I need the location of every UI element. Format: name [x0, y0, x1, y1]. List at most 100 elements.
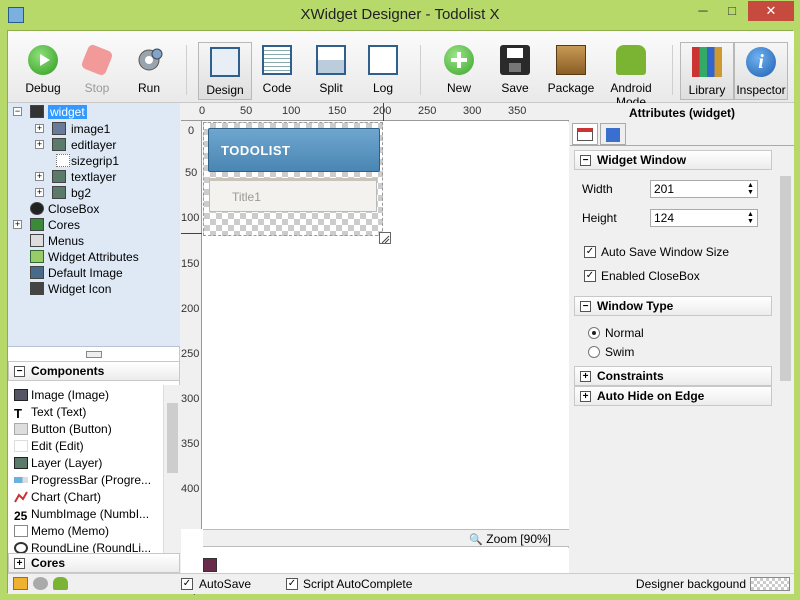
- list-item[interactable]: Image (Image): [14, 387, 109, 404]
- image-icon: [52, 122, 66, 135]
- design-label: Design: [206, 83, 244, 97]
- tree-item-widget[interactable]: widget: [48, 104, 87, 120]
- collapse-icon[interactable]: −: [13, 107, 22, 116]
- tree-item-bg2[interactable]: bg2: [71, 185, 91, 201]
- zoom-indicator[interactable]: 🔍 Zoom [90%]: [469, 532, 551, 546]
- split-label: Split: [319, 81, 343, 95]
- numbimage-icon: 25: [14, 509, 28, 523]
- expand-icon[interactable]: +: [35, 124, 44, 133]
- width-input[interactable]: 201 ▲ ▼: [650, 180, 758, 198]
- tree-item-image1[interactable]: image1: [71, 121, 110, 137]
- chart-icon: [14, 491, 28, 503]
- tree-item-widget-attributes[interactable]: Widget Attributes: [48, 249, 139, 265]
- debug-button[interactable]: Debug: [16, 41, 70, 103]
- button-icon: [14, 423, 28, 435]
- cores-header[interactable]: + Cores: [8, 553, 180, 573]
- inspector-scrollbar[interactable]: [777, 146, 794, 573]
- tree-item-menus[interactable]: Menus: [48, 233, 84, 249]
- ruler-marker: [181, 233, 202, 234]
- tree-item-editlayer[interactable]: editlayer: [71, 137, 116, 153]
- library-button[interactable]: Library: [680, 42, 734, 100]
- components-scrollbar[interactable]: [163, 385, 180, 555]
- widget-icon-icon: [30, 282, 44, 295]
- size-grip[interactable]: [379, 232, 391, 244]
- design-button[interactable]: Design: [198, 42, 252, 100]
- height-input[interactable]: 124 ▲ ▼: [650, 209, 758, 227]
- log-button[interactable]: Log: [356, 41, 410, 103]
- tree-item-widget-icon[interactable]: Widget Icon: [48, 281, 111, 297]
- new-label: New: [446, 81, 471, 95]
- list-item[interactable]: Button (Button): [14, 421, 112, 438]
- components-list: Image (Image) T Text (Text) Button (Butto…: [8, 385, 180, 555]
- android-icon[interactable]: [53, 577, 68, 590]
- close-button[interactable]: ✕: [748, 1, 794, 21]
- layer-icon: [52, 170, 66, 183]
- list-item[interactable]: Memo (Memo): [14, 523, 109, 540]
- status-bar: ✓ AutoSave ✓ Script AutoComplete Designe…: [8, 573, 794, 594]
- list-item[interactable]: 25 NumbImage (NumbI...: [14, 506, 149, 523]
- expand-icon[interactable]: +: [13, 220, 22, 229]
- tree-item-closebox[interactable]: CloseBox: [48, 201, 99, 217]
- code-button[interactable]: Code: [250, 41, 304, 103]
- list-item[interactable]: Chart (Chart): [14, 489, 101, 506]
- auto-save-size-checkbox[interactable]: ✓: [584, 246, 596, 258]
- inspector-label: Inspector: [736, 83, 786, 97]
- maximize-button[interactable]: □: [719, 1, 745, 21]
- library-label: Library: [688, 83, 726, 97]
- new-button[interactable]: New: [432, 41, 486, 103]
- tree-item-default-image[interactable]: Default Image: [48, 265, 123, 281]
- normal-radio[interactable]: [588, 327, 600, 339]
- settings-icon[interactable]: [33, 577, 48, 590]
- spin-arrows-icon[interactable]: ▲ ▼: [745, 182, 756, 196]
- sizegrip-icon: [56, 154, 70, 167]
- tree-item-textlayer[interactable]: textlayer: [71, 169, 116, 185]
- todolist-title-field[interactable]: Title1: [232, 190, 261, 204]
- autosave-checkbox[interactable]: ✓: [181, 578, 193, 590]
- designer-background-swatch[interactable]: [750, 577, 790, 591]
- list-item[interactable]: Edit (Edit): [14, 438, 84, 455]
- window-type-section[interactable]: − Window Type: [574, 296, 772, 316]
- todolist-input-area[interactable]: Title1: [209, 178, 377, 212]
- toolbar-separator: [672, 45, 673, 95]
- constraints-section[interactable]: + Constraints: [574, 366, 772, 386]
- widget-window-section[interactable]: − Widget Window: [574, 150, 772, 170]
- components-header[interactable]: − Components: [8, 361, 180, 381]
- tree-item-cores[interactable]: Cores: [48, 217, 80, 233]
- expand-icon[interactable]: +: [35, 188, 44, 197]
- gear-icon: [134, 45, 164, 75]
- package-icon: [556, 45, 586, 75]
- android-mode-button[interactable]: Android Mode: [598, 41, 664, 109]
- expand-icon[interactable]: +: [35, 172, 44, 181]
- panel-splitter[interactable]: [86, 351, 102, 358]
- save-button[interactable]: Save: [488, 41, 542, 103]
- cube-icon: [606, 128, 620, 142]
- list-item[interactable]: T Text (Text): [14, 404, 86, 421]
- package-button[interactable]: Package: [544, 41, 598, 103]
- split-button[interactable]: Split: [304, 41, 358, 103]
- design-surface[interactable]: TODOLIST Title1: [203, 122, 569, 529]
- scrollbar-thumb[interactable]: [780, 176, 791, 381]
- tree-item-sizegrip1[interactable]: sizegrip1: [71, 153, 119, 169]
- inspector-title: Attributes (widget): [629, 106, 735, 120]
- spin-arrows-icon[interactable]: ▲ ▼: [745, 211, 756, 225]
- width-label: Width: [582, 182, 613, 196]
- minimize-button[interactable]: ─: [690, 1, 716, 21]
- todolist-header[interactable]: TODOLIST: [208, 128, 380, 172]
- cpucore-icon[interactable]: [203, 558, 217, 572]
- edit-icon: [14, 440, 28, 452]
- folder-icon[interactable]: [13, 577, 28, 590]
- scrollbar-thumb[interactable]: [167, 403, 178, 473]
- auto-hide-section[interactable]: + Auto Hide on Edge: [574, 386, 772, 406]
- inspector-button[interactable]: i Inspector: [734, 42, 788, 100]
- stop-label: Stop: [84, 81, 110, 95]
- enabled-closebox-checkbox[interactable]: ✓: [584, 270, 596, 282]
- run-button[interactable]: Run: [122, 41, 176, 103]
- list-item[interactable]: ProgressBar (Progre...: [14, 472, 151, 489]
- script-autocomplete-checkbox[interactable]: ✓: [286, 578, 298, 590]
- stop-button[interactable]: Stop: [70, 41, 124, 103]
- list-item[interactable]: Layer (Layer): [14, 455, 102, 472]
- expand-icon[interactable]: +: [35, 140, 44, 149]
- swim-radio[interactable]: [588, 346, 600, 358]
- attributes-tab[interactable]: [572, 123, 598, 145]
- events-tab[interactable]: [600, 123, 626, 145]
